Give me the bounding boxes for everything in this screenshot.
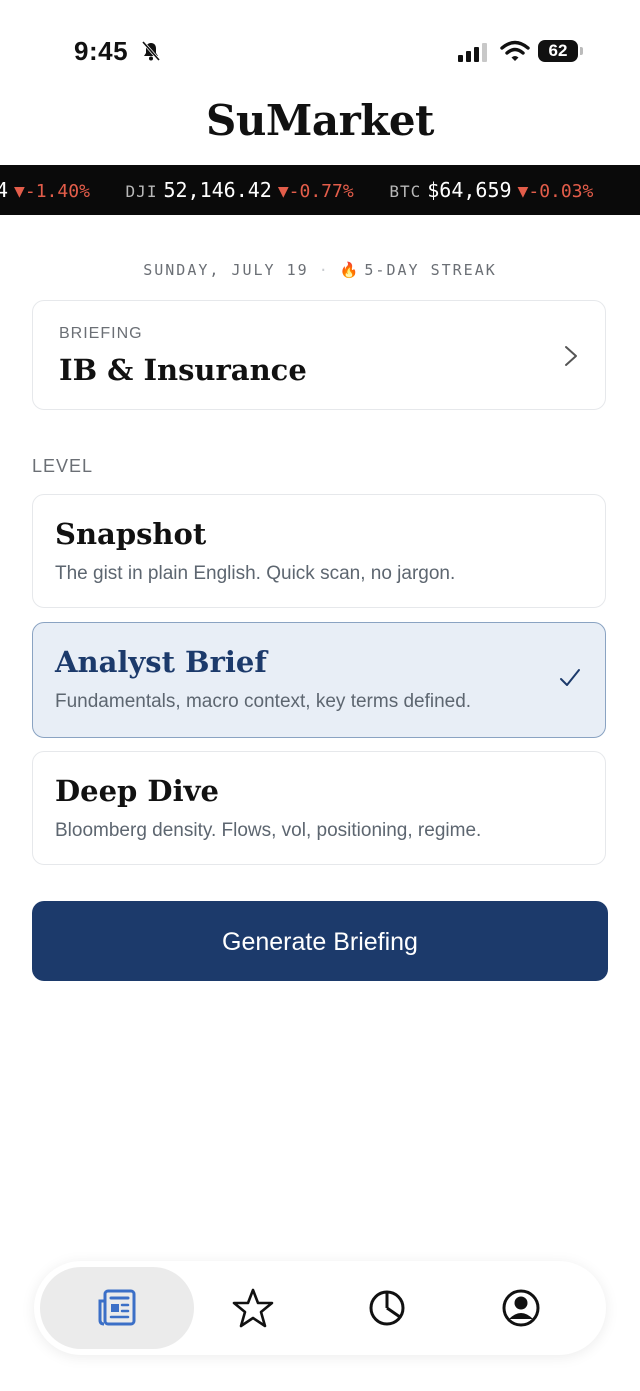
bell-slash-icon: [141, 41, 161, 61]
tab-profile[interactable]: [444, 1267, 598, 1349]
tab-favorites[interactable]: [176, 1267, 330, 1349]
status-bar: 9:45 62: [0, 0, 640, 90]
level-option-title: Snapshot: [55, 517, 207, 551]
tab-portfolio[interactable]: [310, 1267, 464, 1349]
streak-text: 5-DAY STREAK: [364, 261, 497, 279]
ticker-price: 52,146.42: [163, 178, 272, 202]
ticker-change: ▼-0.77%: [277, 181, 354, 202]
wifi-icon: [500, 40, 530, 61]
market-ticker: 4 ▼-1.40% DJI 52,146.42 ▼-0.77% BTC $64,659 ▼…: [0, 165, 640, 215]
ticker-item: 4 ▼-1.40%: [0, 165, 90, 215]
battery-tip: [580, 47, 583, 55]
date-streak-line: SUNDAY, JULY 19 · 🔥 5-DAY STREAK: [0, 261, 640, 279]
ticker-symbol: DJI: [125, 182, 158, 201]
briefing-label: BRIEFING: [59, 325, 143, 342]
status-time: 9:45: [74, 36, 129, 66]
level-option-title: Analyst Brief: [55, 645, 267, 679]
level-option-analyst-brief[interactable]: Analyst Brief Fundamentals, macro contex…: [32, 622, 606, 738]
briefing-selector[interactable]: BRIEFING IB & Insurance: [32, 300, 606, 410]
level-option-description: Fundamentals, macro context, key terms d…: [55, 691, 472, 712]
ticker-change: ▼-0.03%: [517, 181, 594, 202]
ticker-price: $64,659: [427, 178, 512, 202]
level-option-snapshot[interactable]: Snapshot The gist in plain English. Quic…: [32, 494, 606, 608]
bottom-tab-bar: [34, 1261, 606, 1355]
ticker-change: ▼-1.40%: [14, 181, 90, 202]
ticker-item: DJI 52,146.42 ▼-0.77%: [126, 165, 354, 215]
chevron-right-icon: [565, 346, 577, 366]
generate-briefing-button[interactable]: Generate Briefing: [32, 901, 608, 981]
checkmark-icon: [560, 669, 580, 686]
ticker-symbol: BTC: [389, 182, 422, 201]
level-option-deep-dive[interactable]: Deep Dive Bloomberg density. Flows, vol,…: [32, 751, 606, 865]
separator-dot: ·: [318, 261, 330, 279]
app-title: SuMarket: [206, 96, 434, 145]
newspaper-icon: [98, 1289, 136, 1326]
flame-icon: 🔥: [339, 261, 361, 279]
level-section-label: LEVEL: [32, 456, 94, 476]
pie-chart-icon: [369, 1290, 405, 1326]
battery-indicator: 62: [538, 40, 578, 62]
star-icon: [232, 1288, 274, 1328]
cellular-signal-icon: [458, 43, 487, 62]
ticker-price: 4: [0, 178, 9, 202]
tab-briefings[interactable]: [40, 1267, 194, 1349]
level-option-title: Deep Dive: [55, 774, 219, 808]
level-option-description: The gist in plain English. Quick scan, n…: [55, 563, 456, 584]
profile-icon: [502, 1289, 540, 1327]
level-option-description: Bloomberg density. Flows, vol, positioni…: [55, 820, 482, 841]
ticker-item: BTC $64,659 ▼-0.03%: [389, 165, 593, 215]
date-text: SUNDAY, JULY 19: [143, 261, 309, 279]
briefing-value: IB & Insurance: [59, 353, 307, 387]
